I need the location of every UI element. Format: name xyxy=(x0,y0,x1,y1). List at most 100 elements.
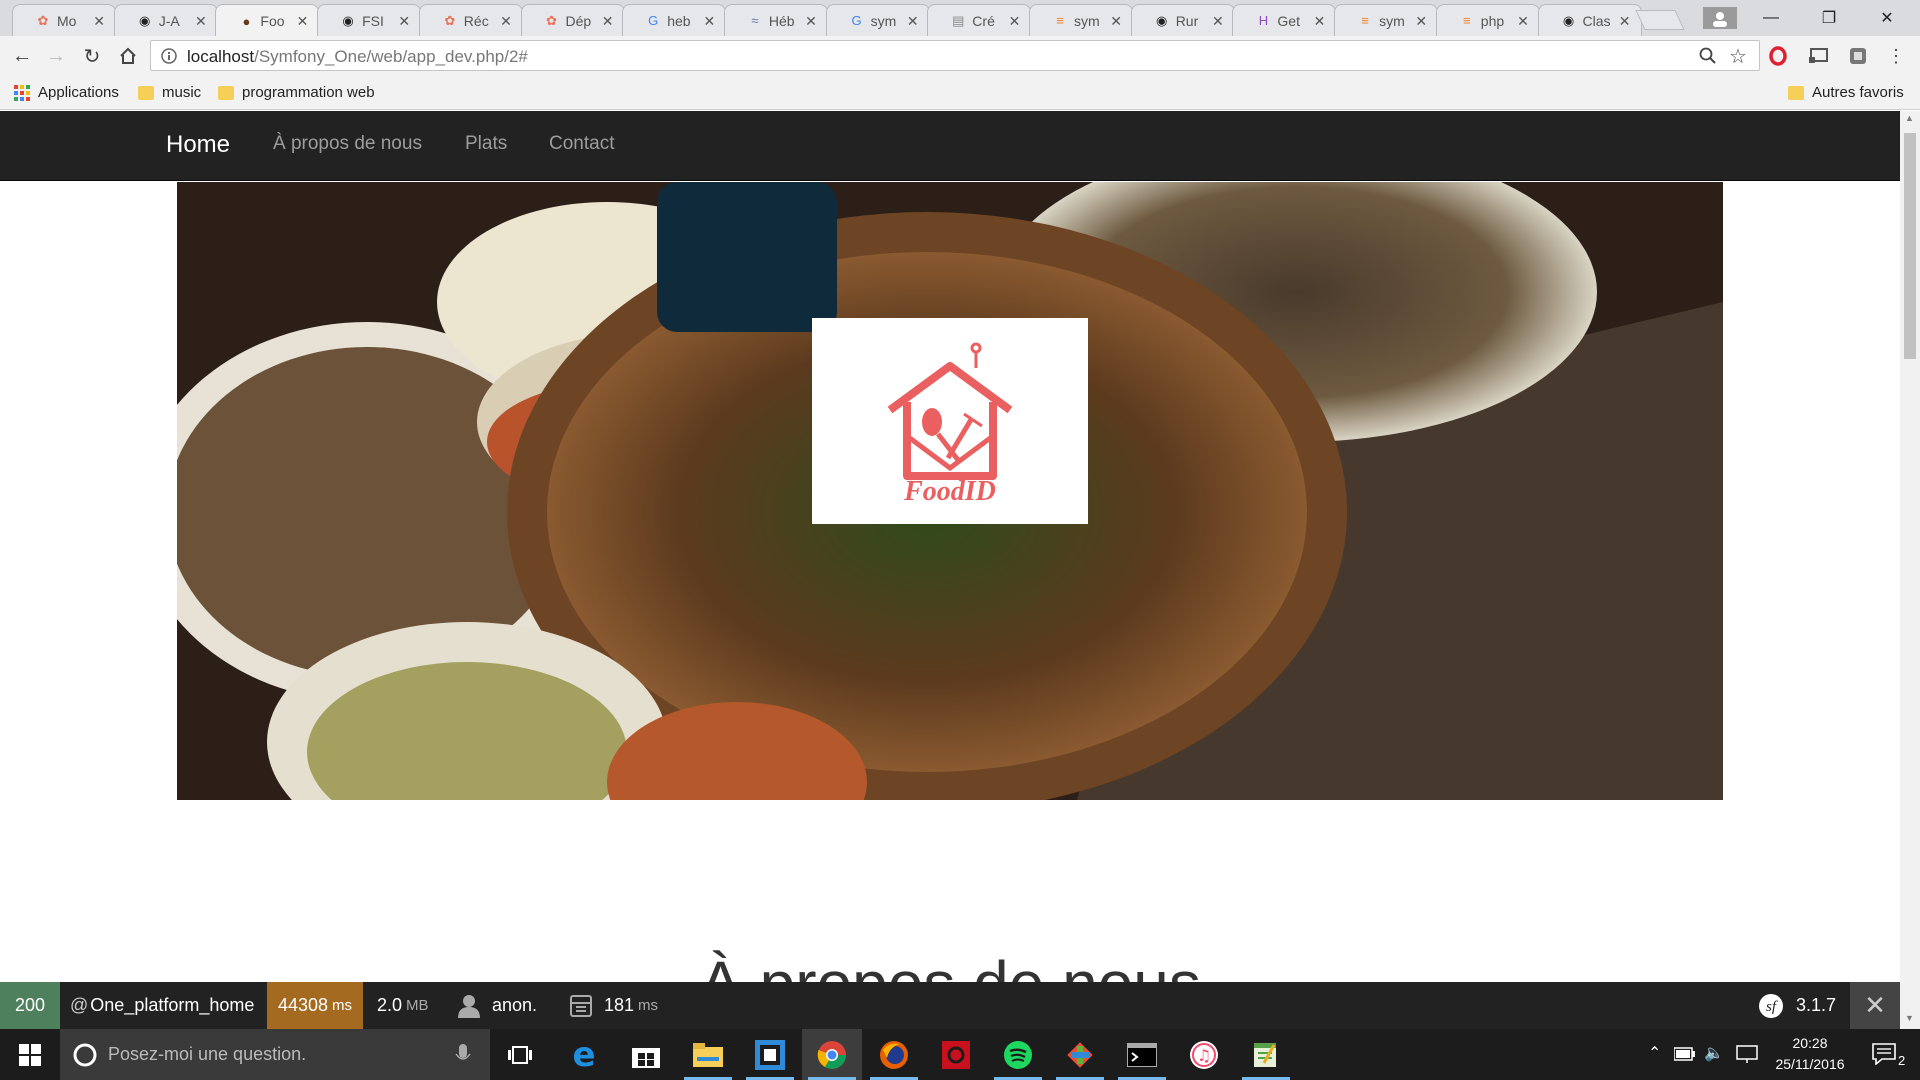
browser-tab[interactable]: Gheb ✕ xyxy=(622,4,727,36)
notification-count: 2 xyxy=(1898,1053,1906,1068)
browser-tab[interactable]: ≡ sym ✕ xyxy=(1334,4,1439,36)
minimize-button[interactable]: — xyxy=(1742,0,1800,36)
bookmark-programmation-web[interactable]: programmation web xyxy=(218,84,375,101)
tab-close-icon[interactable]: ✕ xyxy=(1619,13,1631,30)
taskbar-phpstorm[interactable] xyxy=(740,1029,800,1080)
start-button[interactable] xyxy=(0,1029,60,1080)
info-icon xyxy=(161,48,177,64)
taskbar-terminal[interactable] xyxy=(1112,1029,1172,1080)
security-panel[interactable]: anon. xyxy=(444,982,551,1029)
browser-tab[interactable]: ≡ php ✕ xyxy=(1435,4,1540,36)
search-placeholder: Posez-moi une question. xyxy=(108,1044,307,1064)
volume-icon[interactable]: 🔈 xyxy=(1704,1043,1724,1063)
taskbar-app-red[interactable] xyxy=(926,1029,986,1080)
status-code-badge[interactable]: 200 xyxy=(0,982,60,1029)
taskbar-git[interactable] xyxy=(1050,1029,1110,1080)
browser-tab[interactable]: ≡ sym ✕ xyxy=(1029,4,1133,36)
taskbar-chrome[interactable] xyxy=(802,1029,862,1080)
folder-icon xyxy=(138,85,154,100)
browser-tab[interactable]: H Get ✕ xyxy=(1232,4,1337,36)
tab-close-icon[interactable]: ✕ xyxy=(602,13,614,30)
zoom-icon[interactable] xyxy=(1699,47,1717,65)
tray-overflow-icon[interactable]: ⌃ xyxy=(1648,1043,1661,1063)
taskbar-itunes[interactable]: ♫ xyxy=(1174,1029,1234,1080)
profile-button[interactable] xyxy=(1690,0,1750,36)
taskbar-store[interactable] xyxy=(616,1029,676,1080)
nav-plats-link[interactable]: Plats xyxy=(465,133,507,155)
network-icon[interactable] xyxy=(1736,1045,1758,1063)
taskbar-edge[interactable]: e xyxy=(554,1029,614,1080)
cortana-search-box[interactable]: Posez-moi une question. xyxy=(60,1029,490,1080)
scroll-down-icon[interactable]: ▼ xyxy=(1905,1013,1914,1023)
tab-close-icon[interactable]: ✕ xyxy=(1415,13,1427,30)
tab-close-icon[interactable]: ✕ xyxy=(805,13,817,30)
back-button[interactable]: ← xyxy=(10,44,34,68)
reload-button[interactable]: ↻ xyxy=(80,44,104,68)
taskbar-spotify[interactable] xyxy=(988,1029,1048,1080)
stack-icon: ≡ xyxy=(1361,13,1369,28)
browser-tab[interactable]: Gsym ✕ xyxy=(825,4,930,36)
taskbar-explorer[interactable] xyxy=(678,1029,738,1080)
browser-tab[interactable]: ✿ Dép ✕ xyxy=(520,4,625,36)
bookmark-applications[interactable]: Applications xyxy=(14,84,119,101)
bookmark-other[interactable]: Autres favoris xyxy=(1788,84,1904,101)
route-panel[interactable]: @ One_platform_home xyxy=(60,982,268,1029)
tab-strip: ✿ Mo ✕ ◉ J-A ✕ ● Foo ✕ ◉ FSI ✕ ✿ Réc ✕ ✿ Dép ✕ Gheb ✕ ≈ Héb ✕ G… xyxy=(0,0,1920,37)
tab-close-icon[interactable]: ✕ xyxy=(297,13,309,30)
nav-contact-link[interactable]: Contact xyxy=(549,133,614,155)
memory-panel[interactable]: 2.0 MB xyxy=(363,982,443,1029)
browser-tab[interactable]: ✿ Mo ✕ xyxy=(12,4,116,36)
bookmark-music[interactable]: music xyxy=(138,84,201,101)
restore-button[interactable]: ❐ xyxy=(1800,0,1858,36)
browser-tab[interactable]: ● Foo ✕ xyxy=(215,4,320,37)
tab-close-icon[interactable]: ✕ xyxy=(93,13,105,30)
tab-close-icon[interactable]: ✕ xyxy=(1009,13,1021,30)
microphone-icon[interactable] xyxy=(455,1044,471,1066)
action-center-button[interactable]: 2 xyxy=(1864,1029,1920,1080)
tab-close-icon[interactable]: ✕ xyxy=(500,13,512,30)
page-scrollbar[interactable]: ▲ ▼ xyxy=(1900,111,1920,1029)
foodid-logo: FoodID xyxy=(887,342,1013,507)
browser-tab[interactable]: ✿ Réc ✕ xyxy=(418,4,523,36)
browser-tab[interactable]: ◉ FSI ✕ xyxy=(317,4,422,36)
hide-toolbar-button[interactable]: ✕ xyxy=(1850,982,1900,1029)
browser-tab[interactable]: ≈ Héb ✕ xyxy=(723,4,828,36)
address-bar[interactable]: localhost/Symfony_One/web/app_dev.php/2#… xyxy=(150,40,1760,71)
database-panel[interactable]: 181 ms xyxy=(556,982,672,1029)
time-panel[interactable]: 44308 ms xyxy=(267,982,363,1029)
browser-tab[interactable]: ◉ Clas ✕ xyxy=(1537,4,1642,36)
forward-button[interactable]: → xyxy=(44,44,68,68)
tab-close-icon[interactable]: ✕ xyxy=(703,13,715,30)
task-view-button[interactable] xyxy=(490,1029,550,1080)
taskbar-firefox[interactable] xyxy=(864,1029,924,1080)
tab-close-icon[interactable]: ✕ xyxy=(907,13,919,30)
system-clock[interactable]: 20:28 25/11/2016 xyxy=(1760,1033,1860,1075)
home-button[interactable] xyxy=(116,44,140,68)
scrollbar-thumb[interactable] xyxy=(1904,133,1916,359)
symfony-version-panel[interactable]: sf 3.1.7 xyxy=(1744,982,1850,1029)
nav-home-link[interactable]: Home xyxy=(166,131,230,159)
browser-tab[interactable]: ◉ J-A ✕ xyxy=(113,4,218,36)
scroll-up-icon[interactable]: ▲ xyxy=(1905,113,1914,123)
tab-close-icon[interactable]: ✕ xyxy=(1314,13,1326,30)
tab-close-icon[interactable]: ✕ xyxy=(1212,13,1224,30)
battery-icon[interactable] xyxy=(1674,1047,1696,1061)
request-time: 44308 xyxy=(277,995,329,1015)
tab-close-icon[interactable]: ✕ xyxy=(1110,13,1122,30)
tab-close-icon[interactable]: ✕ xyxy=(1517,13,1529,30)
menu-button[interactable]: ⋮ xyxy=(1884,44,1908,68)
apps-grid-icon xyxy=(14,84,30,101)
tab-close-icon[interactable]: ✕ xyxy=(398,13,410,30)
taskbar-notepad[interactable] xyxy=(1236,1029,1296,1080)
browser-tab[interactable]: ◉ Rur ✕ xyxy=(1130,4,1235,36)
browser-tab[interactable]: ▤ Cré ✕ xyxy=(927,4,1032,36)
new-tab-button[interactable] xyxy=(1635,10,1685,30)
cast-button[interactable] xyxy=(1806,44,1830,68)
bookmark-star-icon[interactable]: ☆ xyxy=(1729,44,1747,69)
opera-extension[interactable] xyxy=(1766,44,1790,68)
close-window-button[interactable]: ✕ xyxy=(1858,0,1916,36)
nav-about-link[interactable]: À propos de nous xyxy=(273,133,422,155)
extension-button[interactable] xyxy=(1846,44,1870,68)
symfony-debug-toolbar: 200 @ One_platform_home 44308 ms 2.0 MB … xyxy=(0,982,1900,1029)
tab-close-icon[interactable]: ✕ xyxy=(195,13,207,30)
